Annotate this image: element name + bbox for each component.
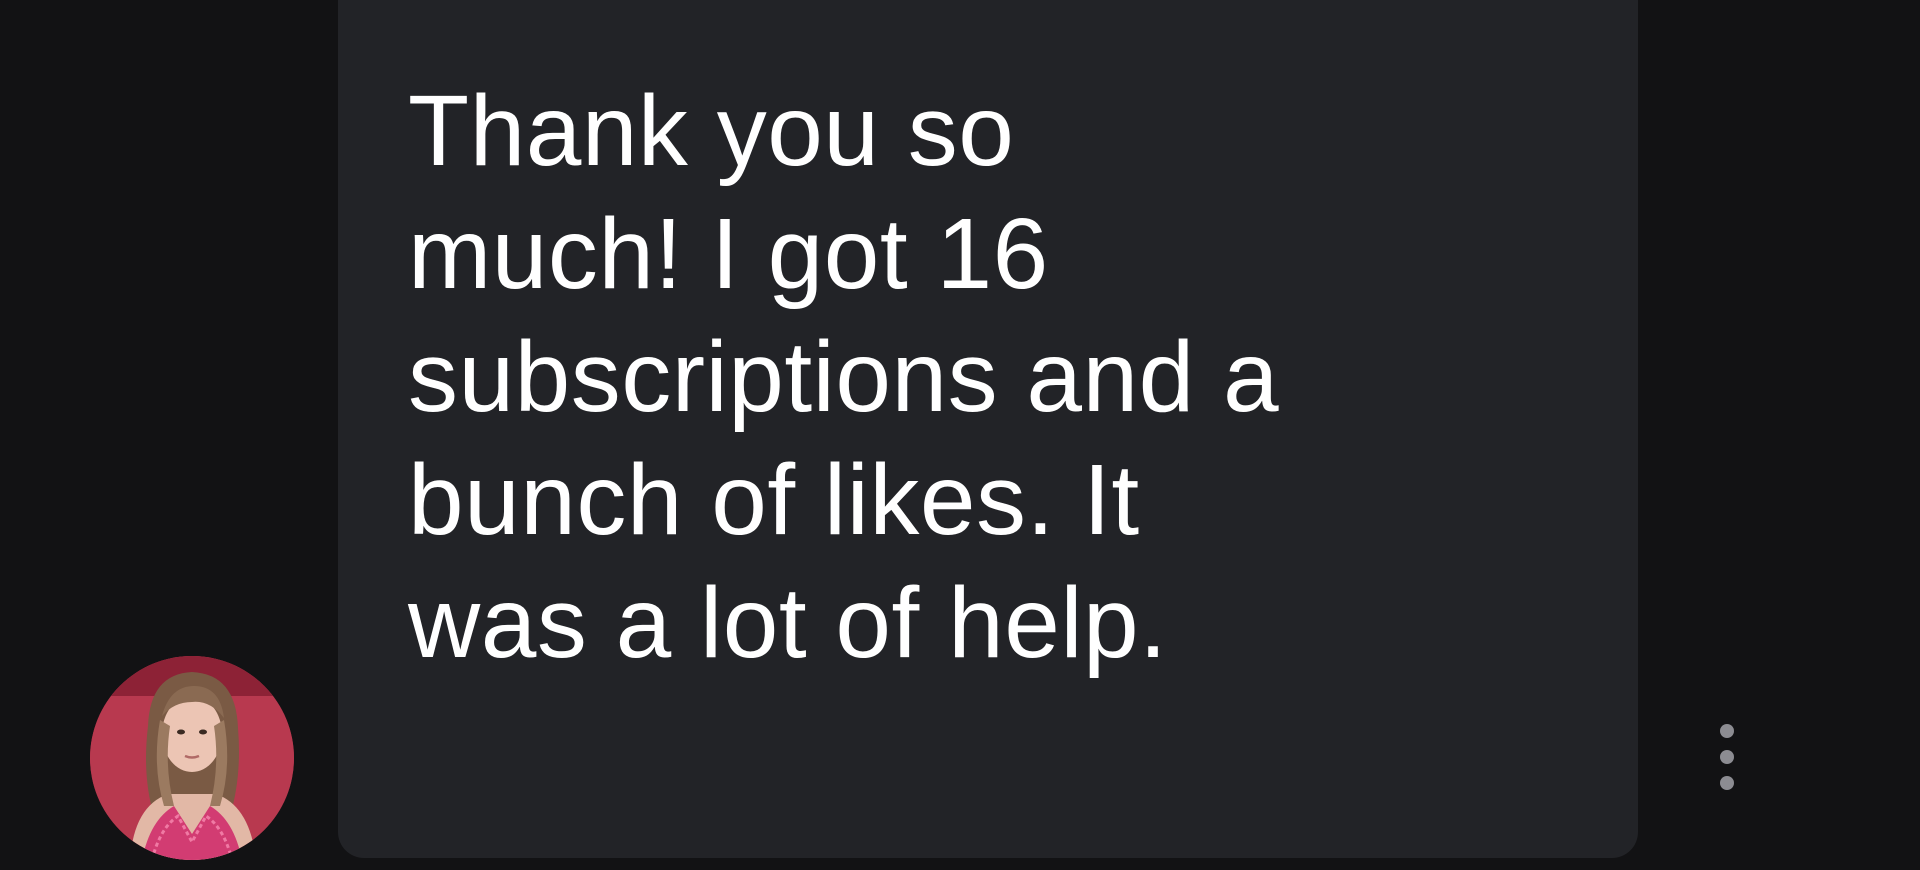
avatar-photo (90, 656, 294, 860)
message-bubble[interactable]: Thank you so much! I got 16 subscription… (338, 0, 1638, 858)
more-options-button[interactable] (1716, 724, 1738, 790)
vertical-ellipsis-icon (1720, 750, 1734, 764)
chat-screen: Thank you so much! I got 16 subscription… (0, 0, 1920, 870)
vertical-ellipsis-icon (1720, 776, 1734, 790)
sender-avatar[interactable] (90, 656, 294, 860)
vertical-ellipsis-icon (1720, 724, 1734, 738)
message-text: Thank you so much! I got 16 subscription… (408, 75, 1280, 679)
